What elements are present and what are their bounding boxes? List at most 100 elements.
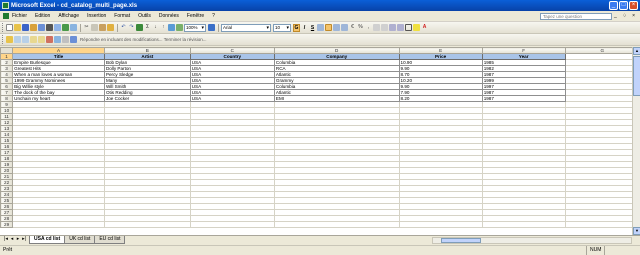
- last-sheet-icon[interactable]: ▸|: [21, 236, 27, 242]
- show-all-comments-icon[interactable]: [38, 36, 45, 43]
- reviewing-toolbar: Répondre en incluant des modifications..…: [0, 34, 640, 46]
- excel-app-icon[interactable]: [2, 2, 9, 9]
- cell-d29[interactable]: [273, 221, 400, 228]
- increase-decimal-icon[interactable]: [373, 24, 380, 31]
- menu-insertion[interactable]: Insertion: [87, 13, 106, 19]
- menu-outils[interactable]: Outils: [138, 13, 151, 19]
- cell-e29[interactable]: [398, 221, 483, 228]
- menu-edition[interactable]: Edition: [35, 13, 50, 19]
- email-icon[interactable]: [38, 24, 45, 31]
- save-icon[interactable]: [22, 24, 29, 31]
- new-icon[interactable]: [6, 24, 13, 31]
- cell-c29[interactable]: [189, 221, 275, 228]
- separator: [80, 23, 81, 32]
- research-icon[interactable]: [70, 24, 77, 31]
- currency-icon[interactable]: €: [349, 24, 356, 31]
- cell-a29[interactable]: [12, 221, 105, 228]
- show-comment-icon[interactable]: [30, 36, 37, 43]
- thousands-icon[interactable]: ,: [365, 24, 372, 31]
- new-comment-icon[interactable]: [6, 36, 13, 43]
- drawing-icon[interactable]: [176, 24, 183, 31]
- underline-button[interactable]: S: [309, 25, 316, 31]
- fill-color-icon[interactable]: [413, 24, 420, 31]
- print-icon[interactable]: [46, 24, 53, 31]
- scroll-up-icon[interactable]: ▲: [633, 47, 640, 55]
- standard-toolbar: ✂ ↶ ↷ Σ ↓ ↑ 100% Arial 10 G I S € % , A: [0, 22, 640, 34]
- sheet-tab-bar: |◂ ◂ ▸ ▸| USA cd list UK cd list EU cd l…: [0, 235, 640, 245]
- sort-descending-icon[interactable]: ↑: [160, 24, 167, 31]
- cell-g29[interactable]: [564, 221, 640, 228]
- borders-icon[interactable]: [405, 24, 412, 31]
- font-color-icon[interactable]: A: [421, 24, 428, 31]
- autosum-icon[interactable]: Σ: [144, 24, 151, 31]
- undo-icon[interactable]: ↶: [120, 24, 127, 31]
- cell-b29[interactable]: [103, 221, 191, 228]
- track-changes-icon[interactable]: [54, 36, 61, 43]
- italic-button[interactable]: I: [301, 25, 308, 31]
- spelling-icon[interactable]: [62, 24, 69, 31]
- align-center-icon[interactable]: [325, 24, 332, 31]
- window-controls: _ □ ×: [609, 1, 638, 10]
- vertical-scroll-thumb[interactable]: [633, 56, 640, 96]
- copy-icon[interactable]: [91, 24, 98, 31]
- vertical-scrollbar[interactable]: ▲ ▼: [632, 47, 640, 235]
- redo-icon[interactable]: ↷: [128, 24, 135, 31]
- align-right-icon[interactable]: [333, 24, 340, 31]
- sort-ascending-icon[interactable]: ↓: [152, 24, 159, 31]
- document-window-controls[interactable]: _ ♢ ×: [614, 13, 637, 19]
- help-question-input[interactable]: Tapez une question: [540, 13, 612, 20]
- maximize-button[interactable]: □: [619, 1, 628, 10]
- align-left-icon[interactable]: [317, 24, 324, 31]
- decrease-indent-icon[interactable]: [389, 24, 396, 31]
- hyperlink-icon[interactable]: [136, 24, 143, 31]
- review-reply-text[interactable]: Répondre en incluant des modifications..…: [80, 37, 206, 42]
- separator: [218, 23, 219, 32]
- sheet-navigation: |◂ ◂ ▸ ▸|: [3, 236, 27, 242]
- menu-affichage[interactable]: Affichage: [58, 13, 79, 19]
- permission-icon[interactable]: [30, 24, 37, 31]
- scroll-down-icon[interactable]: ▼: [633, 227, 640, 235]
- cell-f29[interactable]: [481, 221, 566, 228]
- percent-icon[interactable]: %: [357, 24, 364, 31]
- previous-comment-icon[interactable]: [14, 36, 21, 43]
- menu-fichier[interactable]: Fichier: [12, 13, 27, 19]
- format-painter-icon[interactable]: [107, 24, 114, 31]
- font-name-select[interactable]: Arial: [221, 23, 271, 32]
- decrease-decimal-icon[interactable]: [381, 24, 388, 31]
- paste-icon[interactable]: [99, 24, 106, 31]
- toolbar-grip[interactable]: [2, 23, 4, 32]
- font-size-select[interactable]: 10: [273, 23, 291, 32]
- send-mail-icon[interactable]: [70, 36, 77, 43]
- zoom-select[interactable]: 100%: [184, 23, 206, 32]
- chart-wizard-icon[interactable]: [168, 24, 175, 31]
- print-preview-icon[interactable]: [54, 24, 61, 31]
- minimize-button[interactable]: _: [609, 1, 618, 10]
- next-comment-icon[interactable]: [22, 36, 29, 43]
- help-icon[interactable]: [208, 24, 215, 31]
- open-icon[interactable]: [14, 24, 21, 31]
- sheet-tab-uk[interactable]: UK cd list: [64, 236, 96, 244]
- sheet-tab-eu[interactable]: EU cd list: [94, 236, 126, 244]
- menu-fenetre[interactable]: Fenêtre: [187, 13, 204, 19]
- close-button[interactable]: ×: [629, 1, 638, 10]
- sheet-tab-usa[interactable]: USA cd list: [29, 236, 66, 244]
- merge-center-icon[interactable]: [341, 24, 348, 31]
- row-header[interactable]: 29: [0, 221, 14, 228]
- workbook-icon[interactable]: [3, 13, 9, 19]
- cut-icon[interactable]: ✂: [83, 24, 90, 31]
- worksheet-grid: A B C D E F G 1 Title Artist Country Company Price Ye…: [0, 47, 640, 235]
- toolbar-grip[interactable]: [2, 35, 4, 44]
- horizontal-scrollbar[interactable]: [432, 237, 632, 244]
- cell-grid: A B C D E F G 1 Title Artist Country Company Price Ye…: [0, 47, 640, 228]
- increase-indent-icon[interactable]: [397, 24, 404, 31]
- separator: [117, 23, 118, 32]
- menu-format[interactable]: Format: [114, 13, 130, 19]
- delete-comment-icon[interactable]: [46, 36, 53, 43]
- title-bar: Microsoft Excel - cd_catalog_multi_page.…: [0, 0, 640, 11]
- reviewing-options-icon[interactable]: [62, 36, 69, 43]
- menu-donnees[interactable]: Données: [159, 13, 179, 19]
- menu-help[interactable]: ?: [212, 13, 215, 19]
- window-title: Microsoft Excel - cd_catalog_multi_page.…: [11, 2, 138, 9]
- horizontal-scroll-thumb[interactable]: [441, 238, 481, 243]
- bold-button[interactable]: G: [293, 23, 300, 32]
